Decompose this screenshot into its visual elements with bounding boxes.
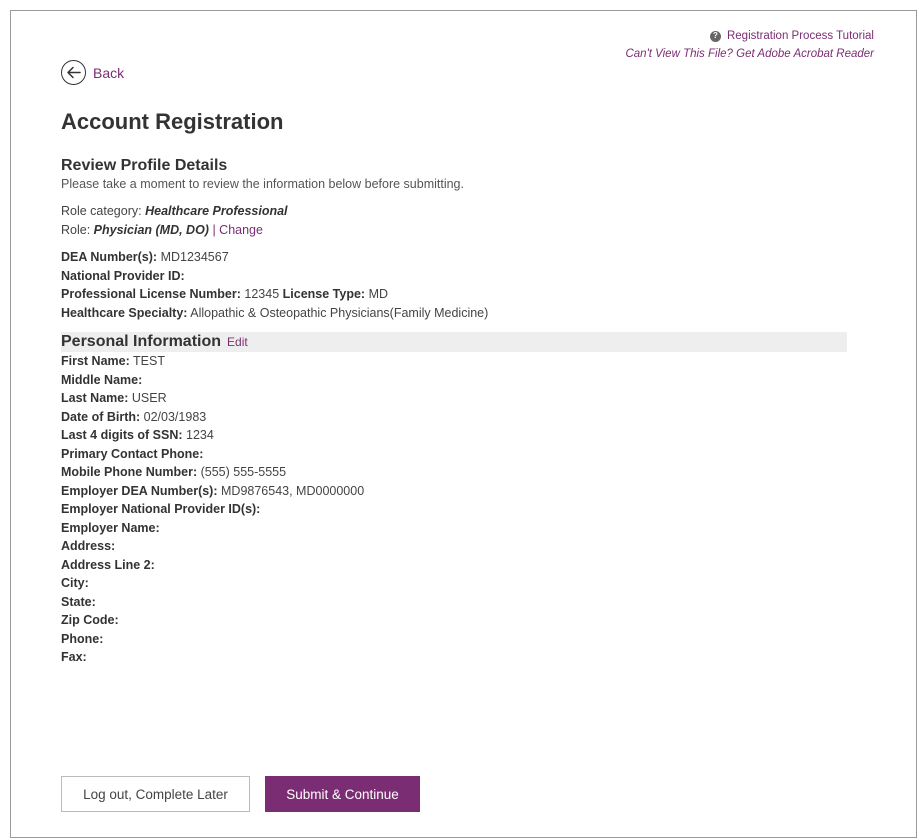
role-category-label: Role category: [61, 204, 142, 218]
field-label: Middle Name: [61, 372, 143, 387]
field-row: Phone: [61, 630, 847, 649]
dea-value: MD1234567 [160, 250, 229, 264]
field-row: First Name: TEST [61, 352, 847, 371]
field-value: (555) 555-5555 [200, 465, 287, 479]
role-category-row: Role category: Healthcare Professional [61, 202, 847, 221]
field-label: State: [61, 594, 96, 609]
field-row: Employer National Provider ID(s): [61, 500, 847, 519]
license-number-label: Professional License Number: [61, 287, 241, 301]
field-value: USER [131, 391, 167, 405]
field-value: 1234 [186, 428, 214, 442]
field-label: Fax: [61, 650, 87, 664]
field-row: Zip Code: [61, 611, 847, 630]
field-row: State: [61, 593, 847, 612]
field-label: Address Line 2: [61, 557, 155, 572]
role-category-value: Healthcare Professional [145, 204, 288, 218]
edit-personal-info-link[interactable]: Edit [227, 335, 248, 349]
field-label: Address: [61, 539, 116, 553]
back-label: Back [93, 64, 125, 81]
dea-label: DEA Number(s): [61, 250, 158, 264]
role-value: Physician (MD, DO) [93, 222, 209, 237]
specialty-label: Healthcare Specialty: [61, 305, 188, 320]
dea-row: DEA Number(s): MD1234567 [61, 248, 847, 267]
npi-label: National Provider ID: [61, 268, 185, 283]
submit-continue-button[interactable]: Submit & Continue [265, 776, 420, 812]
field-row: Fax: [61, 648, 847, 667]
field-label: Phone: [61, 631, 104, 646]
change-role-link[interactable]: | Change [212, 223, 263, 237]
back-button[interactable]: Back [61, 60, 124, 85]
field-row: Primary Contact Phone: [61, 445, 847, 464]
field-row: Employer DEA Number(s): MD9876543, MD000… [61, 482, 847, 501]
action-buttons: Log out, Complete Later Submit & Continu… [61, 776, 420, 812]
field-row: City: [61, 574, 847, 593]
field-label: Employer DEA Number(s): [61, 483, 218, 498]
tutorial-link-label: Registration Process Tutorial [726, 30, 874, 42]
field-label: Last 4 digits of SSN: [61, 428, 183, 442]
license-number-value: 12345 [244, 287, 280, 301]
tutorial-link[interactable]: ? Registration Process Tutorial [709, 27, 874, 45]
adobe-reader-link[interactable]: Can't View This File? Get Adobe Acrobat … [625, 45, 874, 63]
field-label: Zip Code: [61, 613, 119, 627]
field-value: MD9876543, MD0000000 [221, 483, 365, 498]
field-row: Address Line 2: [61, 556, 847, 575]
field-label: First Name: [61, 354, 130, 368]
field-label: Employer National Provider ID(s): [61, 502, 261, 516]
field-row: Mobile Phone Number: (555) 555-5555 [61, 463, 847, 482]
field-row: Date of Birth: 02/03/1983 [61, 408, 847, 427]
specialty-row: Healthcare Specialty: Allopathic & Osteo… [61, 304, 847, 323]
npi-row: National Provider ID: [61, 267, 847, 286]
personal-info-heading: Personal Information [61, 333, 222, 350]
license-type-value: MD [368, 287, 389, 301]
field-row: Middle Name: [61, 371, 847, 390]
field-value: TEST [133, 354, 165, 368]
field-label: Mobile Phone Number: [61, 465, 198, 479]
logout-complete-later-button[interactable]: Log out, Complete Later [61, 776, 250, 812]
field-label: Date of Birth: [61, 409, 141, 424]
license-row: Professional License Number: 12345 Licen… [61, 285, 847, 304]
field-label: Employer Name: [61, 520, 160, 535]
field-label: City: [61, 576, 89, 590]
personal-info-list: First Name: TEST Middle Name: Last Name:… [61, 352, 847, 667]
field-row: Last Name: USER [61, 389, 847, 408]
field-row: Employer Name: [61, 519, 847, 538]
review-heading: Review Profile Details [61, 157, 228, 174]
license-type-label: License Type: [282, 287, 366, 301]
field-label: Last Name: [61, 391, 129, 405]
field-value: 02/03/1983 [143, 409, 207, 424]
role-row: Role: Physician (MD, DO) | Change [61, 221, 847, 240]
main-content: Account Registration Review Profile Deta… [61, 108, 847, 667]
field-row: Last 4 digits of SSN: 1234 [61, 426, 847, 445]
role-label: Role: [61, 222, 91, 237]
field-row: Address: [61, 537, 847, 556]
personal-info-header: Personal Information Edit [61, 332, 847, 352]
arrow-left-circle-icon [61, 60, 86, 85]
page-title: Account Registration [61, 109, 284, 134]
specialty-value: Allopathic & Osteopathic Physicians(Fami… [190, 305, 489, 320]
field-label: Primary Contact Phone: [61, 446, 204, 461]
help-links: ? Registration Process Tutorial Can't Vi… [625, 26, 874, 63]
question-circle-icon: ? [709, 30, 721, 42]
review-intro: Please take a moment to review the infor… [61, 177, 464, 191]
